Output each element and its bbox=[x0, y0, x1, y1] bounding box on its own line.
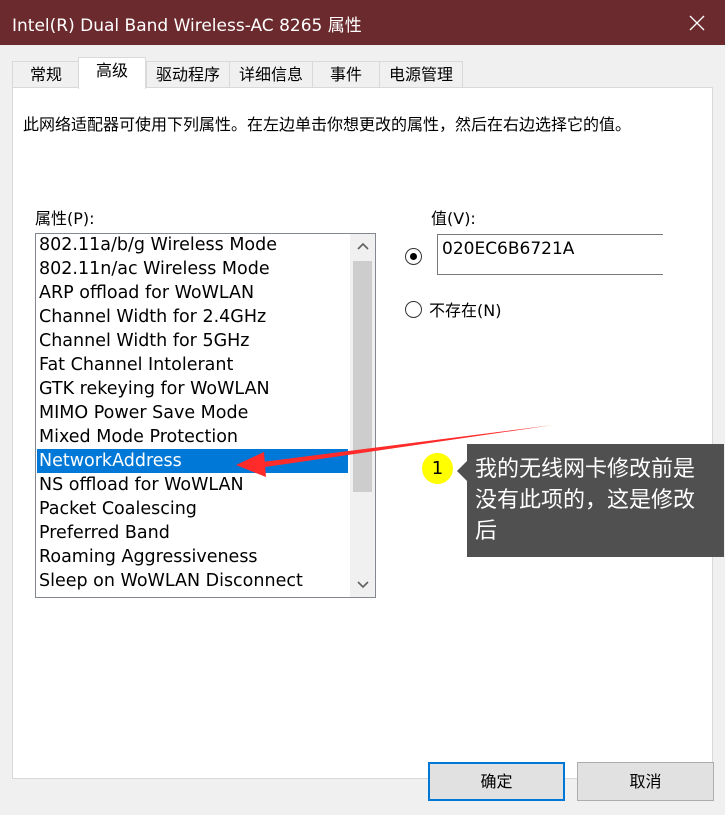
close-button[interactable] bbox=[669, 0, 725, 45]
not-present-label: 不存在(N) bbox=[429, 301, 502, 320]
annotation-callout: 我的无线网卡修改前是没有此项的，这是修改后 bbox=[467, 444, 724, 557]
list-item[interactable]: NS offload for WoWLAN bbox=[37, 473, 348, 497]
list-item[interactable]: 802.11a/b/g Wireless Mode bbox=[37, 234, 348, 257]
list-item[interactable]: Packet Coalescing bbox=[37, 497, 348, 521]
list-item[interactable]: Channel Width for 5GHz bbox=[37, 329, 348, 353]
radio-selected-dot bbox=[410, 253, 417, 260]
title-bar: Intel(R) Dual Band Wireless-AC 8265 属性 bbox=[0, 0, 725, 45]
list-item[interactable]: Channel Width for 2.4GHz bbox=[37, 305, 348, 329]
description-text: 此网络适配器可使用下列属性。在左边单击你想更改的属性，然后在右边选择它的值。 bbox=[23, 115, 632, 134]
window-title: Intel(R) Dual Band Wireless-AC 8265 属性 bbox=[12, 16, 362, 36]
list-item[interactable]: GTK rekeying for WoWLAN bbox=[37, 377, 348, 401]
scroll-up-button[interactable] bbox=[350, 234, 375, 258]
scroll-down-button[interactable] bbox=[350, 573, 375, 597]
cancel-button[interactable]: 取消 bbox=[577, 762, 714, 801]
annotation-number-badge: 1 bbox=[422, 453, 453, 484]
value-input[interactable]: 020EC6B6721A bbox=[437, 234, 663, 275]
dialog-client-area: 常规 高级 驱动程序 详细信息 事件 电源管理 此网络适配器可使用下列属性。在左… bbox=[0, 45, 725, 815]
annotation-pointer bbox=[457, 461, 467, 481]
chevron-down-icon bbox=[356, 581, 369, 589]
not-present-radio[interactable] bbox=[405, 301, 422, 318]
list-item[interactable]: ARP offload for WoWLAN bbox=[37, 281, 348, 305]
list-item-selected[interactable]: NetworkAddress bbox=[37, 449, 348, 473]
list-item[interactable]: Roaming Aggressiveness bbox=[37, 545, 348, 569]
value-radio[interactable] bbox=[405, 248, 422, 265]
property-label: 属性(P): bbox=[35, 209, 95, 228]
list-scrollbar[interactable] bbox=[350, 234, 375, 597]
list-item[interactable]: Fat Channel Intolerant bbox=[37, 353, 348, 377]
close-icon bbox=[689, 15, 705, 30]
list-item[interactable]: Sleep on WoWLAN Disconnect bbox=[37, 569, 348, 593]
list-item[interactable]: MIMO Power Save Mode bbox=[37, 401, 348, 425]
ok-button[interactable]: 确定 bbox=[428, 762, 565, 801]
scroll-thumb[interactable] bbox=[353, 261, 372, 492]
value-label: 值(V): bbox=[431, 209, 476, 228]
list-item[interactable]: Preferred Band bbox=[37, 521, 348, 545]
list-item[interactable]: Mixed Mode Protection bbox=[37, 425, 348, 449]
property-listbox[interactable]: 802.11a/b/g Wireless Mode 802.11n/ac Wir… bbox=[35, 233, 376, 598]
chevron-up-icon bbox=[356, 242, 369, 250]
list-item[interactable]: 802.11n/ac Wireless Mode bbox=[37, 257, 348, 281]
